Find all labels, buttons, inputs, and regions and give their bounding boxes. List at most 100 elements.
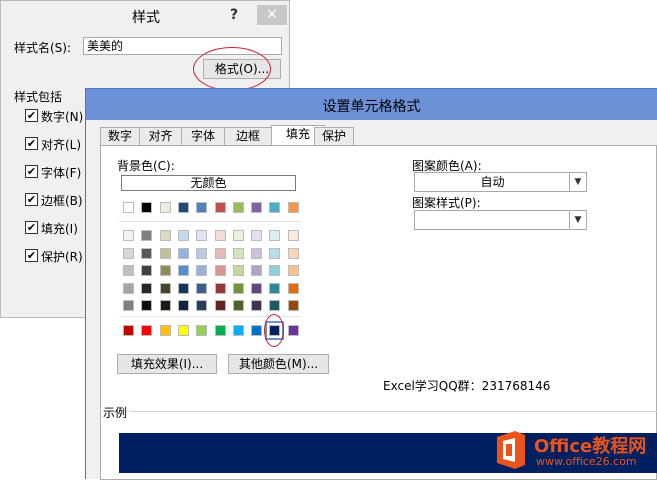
help-button[interactable]: ?	[219, 5, 249, 25]
swatch-tint[interactable]	[196, 230, 207, 241]
swatch-standard[interactable]	[215, 325, 226, 336]
swatch-tint[interactable]	[215, 230, 226, 241]
swatch-tint[interactable]	[123, 247, 134, 259]
checkbox[interactable]: ✔	[25, 221, 38, 234]
swatch-tint[interactable]	[233, 230, 244, 241]
chevron-down-icon: ▼	[569, 173, 586, 191]
swatch-standard[interactable]	[123, 325, 134, 336]
swatch-tint[interactable]	[233, 282, 244, 294]
pattern-color-value: 自动	[480, 175, 505, 189]
swatch-standard[interactable]	[178, 325, 189, 336]
swatch-tint[interactable]	[233, 247, 244, 259]
swatch-standard[interactable]	[233, 325, 244, 336]
swatch-standard[interactable]	[196, 325, 207, 336]
chevron-down-icon: ▼	[569, 211, 586, 229]
swatch-tint[interactable]	[269, 230, 280, 241]
swatch-tint[interactable]	[123, 282, 134, 294]
swatch-tint[interactable]	[123, 300, 134, 311]
swatch-theme[interactable]	[141, 202, 152, 213]
style-dialog-title-bar: 样式 ? ✕	[1, 1, 289, 31]
swatch-tint[interactable]	[196, 300, 207, 311]
swatch-tint[interactable]	[288, 247, 299, 259]
tab-3[interactable]: 边框	[224, 127, 272, 146]
swatch-tint[interactable]	[269, 265, 280, 276]
swatch-tint[interactable]	[233, 265, 244, 276]
swatch-tint[interactable]	[178, 265, 189, 276]
swatch-tint[interactable]	[160, 230, 171, 241]
swatch-tint[interactable]	[215, 265, 226, 276]
swatch-tint[interactable]	[288, 265, 299, 276]
bg-color-label: 背景色(C):	[117, 159, 175, 173]
swatch-tint[interactable]	[251, 247, 262, 259]
swatch-tint[interactable]	[269, 247, 280, 259]
tab-0[interactable]: 数字	[100, 127, 140, 146]
annotation-ellipse-swatch	[264, 314, 284, 347]
swatch-tint[interactable]	[141, 300, 152, 311]
swatch-tint[interactable]	[141, 265, 152, 276]
more-colors-button[interactable]: 其他颜色(M)...	[228, 354, 329, 374]
swatch-standard[interactable]	[160, 325, 171, 336]
swatch-tint[interactable]	[178, 300, 189, 311]
style-name-label: 样式名(S):	[14, 41, 72, 55]
swatch-theme[interactable]	[123, 202, 134, 213]
swatch-tint[interactable]	[215, 247, 226, 259]
swatch-tint[interactable]	[160, 282, 171, 294]
swatch-standard[interactable]	[141, 325, 152, 336]
swatch-tint[interactable]	[251, 265, 262, 276]
swatch-theme[interactable]	[160, 202, 171, 213]
swatch-tint[interactable]	[160, 300, 171, 311]
checkbox[interactable]: ✔	[25, 249, 38, 262]
fill-effects-button[interactable]: 填充效果(I)...	[117, 354, 217, 374]
swatch-tint[interactable]	[178, 230, 189, 241]
swatch-tint[interactable]	[215, 300, 226, 311]
swatch-tint[interactable]	[141, 282, 152, 294]
tab-2[interactable]: 字体	[181, 127, 225, 146]
swatch-tint[interactable]	[123, 265, 134, 276]
swatch-tint[interactable]	[160, 265, 171, 276]
swatch-theme[interactable]	[178, 202, 189, 213]
swatch-tint[interactable]	[141, 230, 152, 241]
swatch-standard[interactable]	[288, 325, 299, 336]
checkbox[interactable]: ✔	[25, 137, 38, 150]
tab-5[interactable]: 保护	[314, 127, 354, 146]
swatch-theme[interactable]	[196, 202, 207, 213]
swatch-tint[interactable]	[123, 230, 134, 241]
swatch-tint[interactable]	[178, 247, 189, 259]
swatch-tint[interactable]	[269, 300, 280, 311]
swatch-tint[interactable]	[288, 282, 299, 294]
style-dialog-title: 样式	[132, 10, 160, 26]
checkbox[interactable]: ✔	[25, 109, 38, 122]
swatch-tint[interactable]	[196, 282, 207, 294]
swatch-tint[interactable]	[251, 300, 262, 311]
pattern-style-label: 图案样式(P):	[412, 196, 481, 210]
swatch-tint[interactable]	[269, 282, 280, 294]
swatch-tint[interactable]	[215, 282, 226, 294]
swatch-theme[interactable]	[269, 202, 280, 213]
close-button[interactable]: ✕	[257, 5, 287, 25]
swatch-tint[interactable]	[288, 230, 299, 241]
swatch-theme[interactable]	[288, 202, 299, 213]
pattern-style-select[interactable]: ▼	[414, 210, 587, 230]
swatch-standard[interactable]	[251, 325, 262, 336]
format-cells-dialog: 设置单元格格式 数字 对齐 字体 边框 填充 保护 背景色(C): 无颜色 填充效果(I)…	[85, 88, 657, 480]
swatch-tint[interactable]	[141, 247, 152, 259]
swatch-tint[interactable]	[178, 282, 189, 294]
swatch-tint[interactable]	[233, 300, 244, 311]
checkbox-label: 数字(N)	[41, 110, 84, 124]
swatch-theme[interactable]	[233, 202, 244, 213]
palette-divider	[119, 221, 301, 222]
swatch-tint[interactable]	[251, 230, 262, 241]
swatch-tint[interactable]	[160, 247, 171, 259]
swatch-tint[interactable]	[251, 282, 262, 294]
swatch-tint[interactable]	[196, 265, 207, 276]
swatch-tint[interactable]	[288, 300, 299, 311]
swatch-theme[interactable]	[251, 202, 262, 213]
no-color-button[interactable]: 无颜色	[121, 175, 296, 191]
swatch-tint[interactable]	[196, 247, 207, 259]
style-includes-label: 样式包括	[14, 90, 63, 104]
checkbox[interactable]: ✔	[25, 193, 38, 206]
swatch-theme[interactable]	[215, 202, 226, 213]
pattern-color-select[interactable]: 自动 ▼	[414, 172, 587, 192]
tab-1[interactable]: 对齐	[139, 127, 182, 146]
checkbox[interactable]: ✔	[25, 165, 38, 178]
